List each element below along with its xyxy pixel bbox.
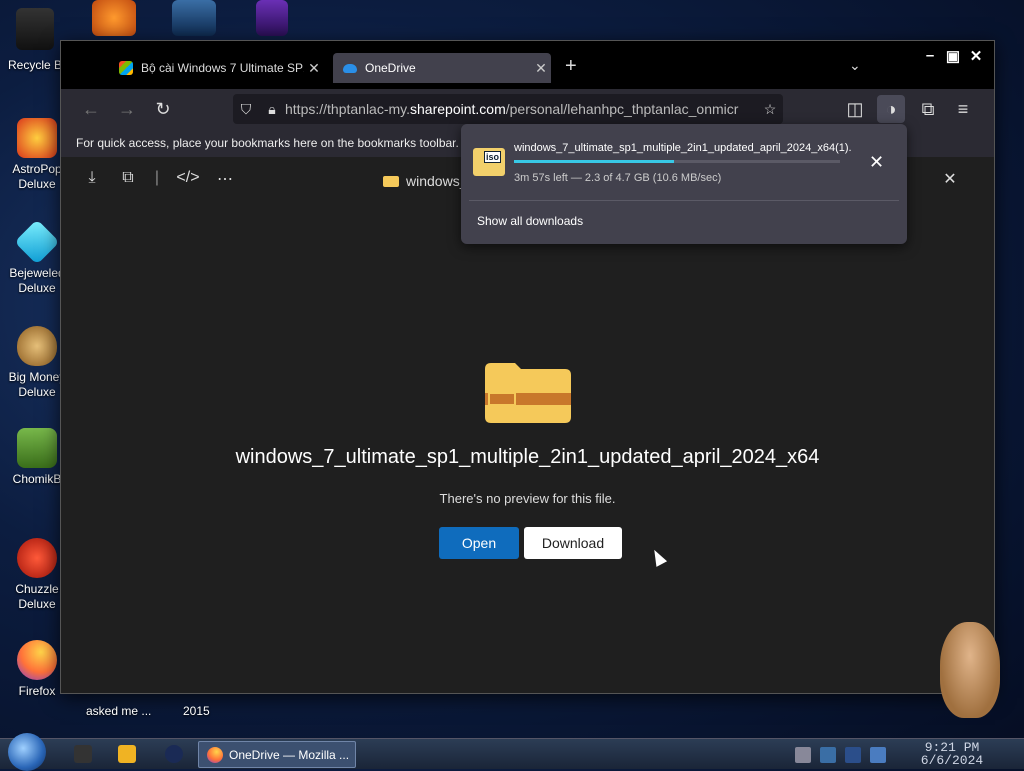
downloads-panel: iso windows_7_ultimate_sp1_multiple_2in1… (461, 124, 907, 244)
tab-windows7[interactable]: Bộ cài Windows 7 Ultimate SP1 ✕ (109, 53, 324, 83)
app-icon-2[interactable] (256, 0, 288, 36)
back-arrow-icon[interactable]: ← (79, 97, 103, 121)
tray-volume-icon[interactable] (870, 747, 886, 763)
reload-icon[interactable]: ↻ (151, 97, 175, 121)
desktop-label: 2015 (183, 704, 210, 718)
file-name: windows_7_ultimate_sp1_multiple_2in1_upd… (235, 446, 820, 468)
download-button[interactable]: Download (524, 527, 622, 559)
money-bag-icon (17, 326, 57, 366)
tab-close-icon[interactable]: ✕ (304, 60, 324, 77)
url-text: https://thptanlac-my.sharepoint.com/pers… (285, 101, 739, 117)
download-file-name[interactable]: windows_7_ultimate_sp1_multiple_2in1_upd… (514, 142, 860, 154)
cancel-download-icon[interactable]: ✕ (869, 152, 884, 173)
no-preview-text: There's no preview for this file. (439, 491, 616, 506)
show-all-downloads-button[interactable]: Show all downloads (477, 214, 583, 228)
extensions-icon[interactable]: ⧉ (916, 97, 940, 121)
hamster-mascot-icon (940, 622, 1000, 718)
shield-icon[interactable]: ⛉ (233, 101, 259, 118)
folder-icon (485, 363, 571, 423)
close-window-icon[interactable]: ✕ (965, 47, 987, 65)
maximize-icon[interactable]: ▣ (942, 47, 964, 65)
new-tab-icon[interactable]: + (565, 55, 577, 78)
close-viewer-icon[interactable]: ✕ (938, 169, 962, 189)
taskbar-app-icon-2[interactable] (165, 745, 183, 763)
taskbar: OneDrive — Mozilla ... 9:21 PM 6/6/2024 (0, 733, 1024, 771)
app-icon[interactable] (172, 0, 216, 36)
astropop-icon (17, 118, 57, 158)
clock[interactable]: 9:21 PM 6/6/2024 (902, 741, 1002, 767)
lock-icon[interactable]: 🔒︎ (259, 101, 285, 118)
onedrive-cloud-icon (343, 63, 357, 73)
forward-arrow-icon[interactable]: → (115, 97, 139, 121)
download-status: 3m 57s left — 2.3 of 4.7 GB (10.6 MB/sec… (514, 172, 722, 184)
more-options-icon[interactable]: ⋯ (213, 169, 237, 189)
copy-icon[interactable]: ⧉ (116, 169, 140, 187)
taskbar-app-icon[interactable] (74, 745, 92, 763)
desktop-label: asked me ... (86, 704, 152, 718)
star-icon[interactable]: ☆ (757, 101, 783, 118)
title-bar: Bộ cài Windows 7 Ultimate SP1 ✕ OneDrive… (61, 41, 994, 89)
chuzzle-icon (17, 538, 57, 578)
chevron-down-icon[interactable]: ⌄ (849, 57, 861, 74)
firefox-icon (207, 746, 223, 763)
chomikbox-icon (17, 428, 57, 468)
media-player-icon[interactable] (118, 745, 136, 763)
tab-title: OneDrive (365, 61, 416, 75)
menu-icon[interactable]: ≡ (951, 97, 975, 121)
tab-close-icon[interactable]: ✕ (531, 60, 551, 77)
firefox-icon (17, 640, 57, 680)
divider (469, 200, 899, 201)
start-button[interactable] (8, 733, 46, 771)
favicon-icon (119, 61, 133, 75)
tray-icon-network[interactable] (795, 747, 811, 763)
tray-shield-icon[interactable] (820, 747, 836, 763)
nav-bar: ← → ↻ ⛉ 🔒︎ https://thptanlac-my.sharepoi… (61, 89, 994, 129)
iso-file-icon: iso (473, 148, 505, 176)
viewer-file-title: windows_ (383, 173, 467, 189)
minimize-icon[interactable]: – (919, 47, 941, 64)
gem-icon (14, 219, 60, 265)
dark-reader-icon[interactable]: ◑ (877, 95, 905, 123)
folder-icon (383, 175, 399, 187)
download-progress-bar (514, 160, 840, 163)
url-bar[interactable]: ⛉ 🔒︎ https://thptanlac-my.sharepoint.com… (233, 94, 783, 124)
tab-title: Bộ cài Windows 7 Ultimate SP1 (141, 61, 304, 75)
embed-code-icon[interactable]: </> (176, 169, 200, 187)
recycle-bin-icon[interactable] (16, 8, 54, 50)
taskbar-task-firefox[interactable]: OneDrive — Mozilla ... (198, 741, 356, 768)
open-button[interactable]: Open (439, 527, 519, 559)
divider: | (154, 169, 160, 186)
download-icon[interactable]: ⤓ (80, 169, 104, 187)
tray-monitor-icon[interactable] (845, 747, 861, 763)
pocket-icon[interactable]: ◫ (843, 97, 867, 121)
download-progress-fill (514, 160, 674, 163)
tab-onedrive[interactable]: OneDrive ✕ (333, 53, 551, 83)
goldfish-icon[interactable] (92, 0, 136, 36)
